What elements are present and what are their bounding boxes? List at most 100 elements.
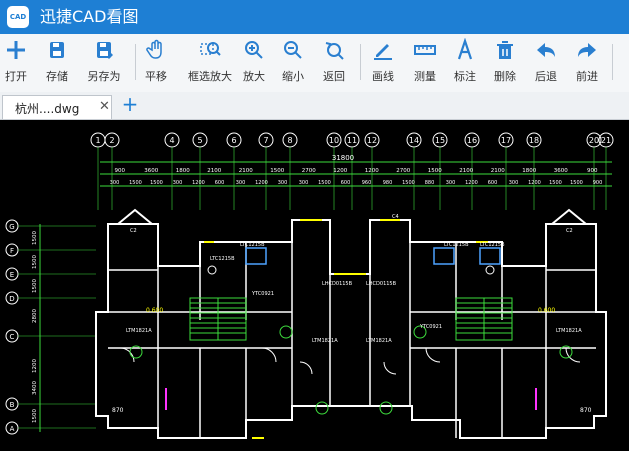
dimension-value: 3600 xyxy=(144,168,158,174)
axis-label: F xyxy=(10,247,14,255)
toolbar-separator xyxy=(360,44,361,80)
delete-button[interactable]: 删除 xyxy=(490,38,520,88)
dimension-value: 1500 xyxy=(270,168,284,174)
axis-label: 17 xyxy=(501,136,511,145)
toolbar-separator xyxy=(135,44,136,80)
dimension-value: 600 xyxy=(341,180,351,186)
label-c2: C2 xyxy=(130,228,137,234)
axis-label: 2 xyxy=(109,136,114,145)
dimension-value: 1500 xyxy=(428,168,442,174)
dimension-value: 2800 xyxy=(32,309,38,323)
dimension-value: 900 xyxy=(593,180,603,186)
new-tab-button[interactable]: + xyxy=(120,94,140,115)
dimension-value: 3400 xyxy=(32,381,38,395)
dimension-value: 1500 xyxy=(318,180,331,186)
redo-button[interactable]: 前进 xyxy=(572,38,602,88)
dimension-value: 1200 xyxy=(528,180,541,186)
axis-label: 6 xyxy=(231,136,236,145)
label-level-2: 0.600 xyxy=(538,307,555,314)
axis-label: B xyxy=(10,401,15,409)
line-button[interactable]: 画线 xyxy=(368,38,398,88)
dimension-value: 1200 xyxy=(465,180,478,186)
close-icon[interactable]: ✕ xyxy=(99,99,110,114)
axis-label: 5 xyxy=(197,136,202,145)
dimension-value: 980 xyxy=(383,180,393,186)
axis-label: G xyxy=(9,223,14,231)
dimension-value: 1800 xyxy=(176,168,190,174)
dimension-value: 1500 xyxy=(32,409,38,423)
dimension-value: 880 xyxy=(425,180,435,186)
axis-label: 11 xyxy=(347,136,357,145)
dimension-value: 1200 xyxy=(32,359,38,373)
axis-label: 1 xyxy=(95,136,100,145)
toolbar-separator xyxy=(612,44,613,80)
dimension-value: 1500 xyxy=(570,180,583,186)
dimension-value: 300 xyxy=(173,180,183,186)
label-dim870: 870 xyxy=(112,407,124,414)
drawing-canvas[interactable]: 1 2 4 5 6 7 8 10 11 12 14 15 16 17 18 20 21 GFEDCBA 3180… xyxy=(0,120,629,447)
dimension-value: 960 xyxy=(362,180,372,186)
dimension-value: 300 xyxy=(110,180,120,186)
label-dim870-2: 870 xyxy=(580,407,592,414)
label-ltm1821a-3: LTM1821A xyxy=(366,338,392,344)
axis-label: E xyxy=(10,271,14,279)
interior-walls xyxy=(108,242,596,438)
label-ltm1821a: LTM1821A xyxy=(126,328,152,334)
save-as-button[interactable]: 另存为 xyxy=(84,38,124,88)
dimension-row-2: 300 1500 1500 300 1200 600 300 1200 300 300 1500 60… xyxy=(110,180,603,186)
zoom-in-icon xyxy=(245,41,263,59)
text-a-icon xyxy=(457,38,473,60)
file-tab-label: 杭州....dwg xyxy=(15,102,80,116)
redo-arrow-icon xyxy=(578,43,596,57)
toolbar: 打开 存储 另存为 平移 框选放大 放大 缩小 返回 画线 测量 标注 删除 后… xyxy=(0,34,629,93)
save-button[interactable]: 存储 xyxy=(42,38,72,88)
axis-label: 18 xyxy=(529,136,539,145)
zoom-window-button[interactable]: 框选放大 xyxy=(184,38,236,88)
undo-arrow-icon xyxy=(537,43,555,57)
trash-icon xyxy=(497,41,513,59)
annotate-button[interactable]: 标注 xyxy=(450,38,480,88)
file-tab[interactable]: 杭州....dwg ✕ xyxy=(2,95,112,119)
dimension-value: 1500 xyxy=(150,180,163,186)
label-ltc1215b-3: LTC1215B xyxy=(444,242,469,248)
back-button[interactable]: 返回 xyxy=(320,38,348,88)
dimension-value: 1200 xyxy=(333,168,347,174)
dimension-value: 600 xyxy=(488,180,498,186)
axis-label: 4 xyxy=(169,136,174,145)
dimension-value: 1500 xyxy=(402,180,415,186)
dimension-value: 2100 xyxy=(207,168,221,174)
dimension-value: 1800 xyxy=(522,168,536,174)
wall-outline xyxy=(95,208,607,439)
dimension-value: 1200 xyxy=(255,180,268,186)
dimension-value: 1500 xyxy=(32,231,38,245)
dimension-value: 300 xyxy=(278,180,288,186)
zoom-window-icon xyxy=(200,42,221,56)
title-bar: CAD 迅捷CAD看图 xyxy=(0,0,629,34)
label-c4: C4 xyxy=(392,214,399,220)
zoom-in-button[interactable]: 放大 xyxy=(240,38,268,88)
dimension-value: 1500 xyxy=(549,180,562,186)
save-icon xyxy=(50,42,64,58)
zoom-out-button[interactable]: 缩小 xyxy=(279,38,307,88)
doors xyxy=(119,347,581,375)
open-button[interactable]: 打开 xyxy=(2,38,30,88)
axis-label: 21 xyxy=(601,136,611,145)
ruler-icon xyxy=(414,45,436,55)
label-ltc1215b-2: LTC1215B xyxy=(240,242,265,248)
label-ltc1215b: LTC1215B xyxy=(210,256,235,262)
measure-button[interactable]: 测量 xyxy=(410,38,440,88)
undo-button[interactable]: 后退 xyxy=(531,38,561,88)
axis-label: A xyxy=(10,425,15,433)
dimension-value: 300 xyxy=(509,180,519,186)
axis-label: 7 xyxy=(263,136,268,145)
save-as-icon xyxy=(97,42,113,59)
dimension-value: 2100 xyxy=(459,168,473,174)
dimension-value: 900 xyxy=(115,168,126,174)
dimension-value: 3600 xyxy=(554,168,568,174)
tab-bar: 杭州....dwg ✕ + xyxy=(0,92,629,120)
pan-button[interactable]: 平移 xyxy=(141,38,171,88)
back-zoom-icon xyxy=(325,42,344,60)
dimension-value: 1200 xyxy=(192,180,205,186)
dimension-left: 1500 1500 1500 2800 1200 3400 1500 xyxy=(32,231,38,423)
dimension-value: 1500 xyxy=(32,279,38,293)
